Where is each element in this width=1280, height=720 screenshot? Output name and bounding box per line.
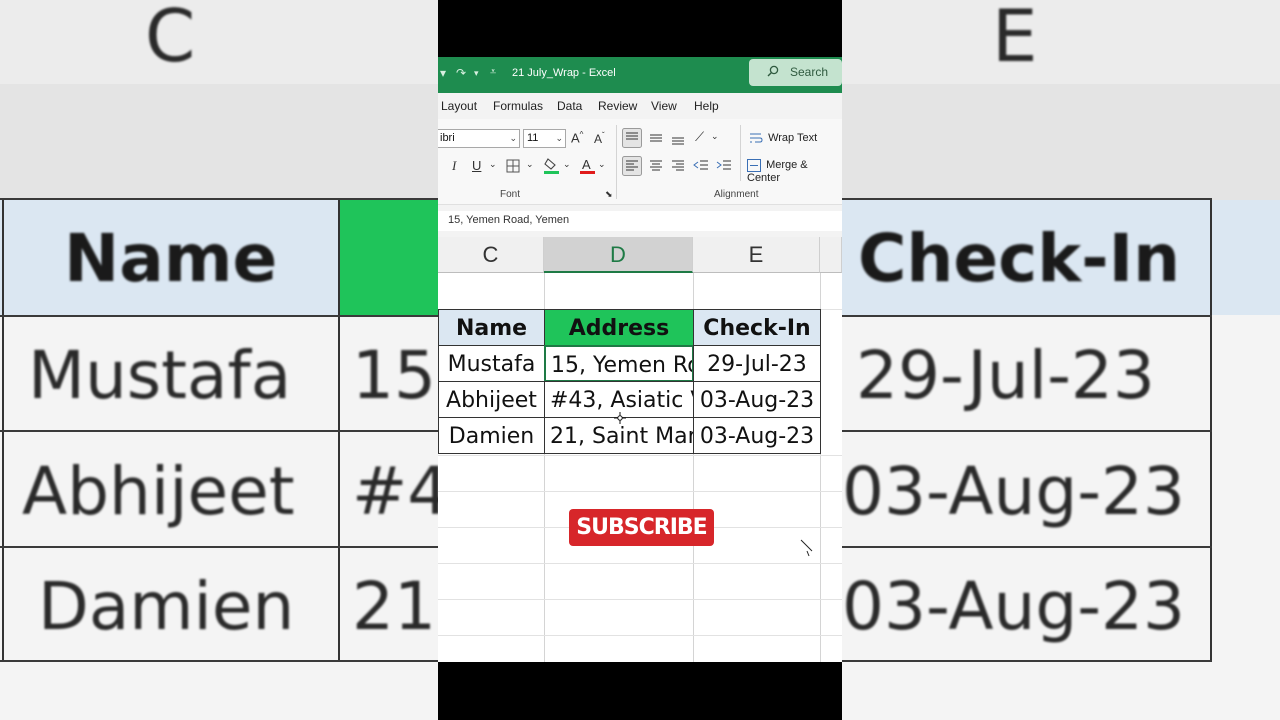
font-color-icon[interactable]: A bbox=[580, 157, 596, 174]
column-header-f[interactable] bbox=[820, 237, 842, 273]
redo-icon[interactable]: ↷ bbox=[456, 66, 466, 80]
svg-text:A: A bbox=[582, 157, 591, 172]
align-center-icon[interactable] bbox=[648, 158, 664, 174]
increase-indent-icon[interactable] bbox=[716, 158, 732, 174]
tab-review[interactable]: Review bbox=[598, 99, 637, 113]
bg-row-right-3: 03-Aug-23 bbox=[842, 568, 1186, 645]
mouse-pointer-icon bbox=[800, 539, 813, 557]
wrap-text-button[interactable]: Wrap Text bbox=[749, 132, 817, 145]
wrap-text-label: Wrap Text bbox=[768, 132, 818, 145]
grid-line bbox=[438, 455, 842, 456]
chevron-down-icon: ⌄ bbox=[555, 133, 563, 143]
bg-header-right: Check-In bbox=[858, 220, 1181, 297]
orientation-icon[interactable]: ⟋ bbox=[695, 129, 704, 145]
bg-header-left: Name bbox=[64, 220, 278, 297]
wrap-text-icon bbox=[750, 133, 763, 143]
search-icon bbox=[767, 65, 779, 77]
title-bar: ▾ ↷ ▾ ⩡ 21 July_Wrap - Excel Search bbox=[438, 57, 842, 93]
tab-formulas[interactable]: Formulas bbox=[493, 99, 543, 113]
bg-row-mid-1: 15 bbox=[352, 337, 436, 414]
table-cell[interactable]: Mustafa bbox=[438, 345, 545, 382]
dialog-launcher-icon[interactable]: ⬊ bbox=[605, 189, 613, 200]
chevron-down-icon[interactable]: ▾ bbox=[474, 68, 479, 79]
grid-line bbox=[438, 491, 842, 492]
table-cell[interactable]: 03-Aug-23 bbox=[693, 381, 821, 418]
align-left-icon[interactable] bbox=[622, 156, 642, 176]
bg-row-left-2: Abhijeet bbox=[22, 453, 295, 530]
header-cell-address[interactable]: Address bbox=[544, 309, 694, 346]
bg-row-right-2: 03-Aug-23 bbox=[842, 453, 1186, 530]
italic-button[interactable]: I bbox=[452, 158, 456, 174]
align-right-icon[interactable] bbox=[670, 158, 686, 174]
chevron-down-icon[interactable]: ⌄ bbox=[526, 159, 534, 170]
excel-window: ▾ ↷ ▾ ⩡ 21 July_Wrap - Excel Search Layo… bbox=[438, 0, 842, 720]
table-cell[interactable]: Abhijeet bbox=[438, 381, 545, 418]
align-bottom-icon[interactable] bbox=[670, 130, 686, 146]
bg-row-left-1: Mustafa bbox=[28, 337, 292, 414]
ribbon-tabs: Layout Formulas Data Review View Help bbox=[438, 93, 842, 119]
grid-line bbox=[438, 599, 842, 600]
formula-bar: 15, Yemen Road, Yemen bbox=[438, 205, 842, 237]
group-separator bbox=[740, 125, 741, 181]
grow-font-icon[interactable]: A^ bbox=[571, 130, 583, 145]
grid-line bbox=[438, 635, 842, 636]
tab-view[interactable]: View bbox=[651, 99, 677, 113]
decrease-indent-icon[interactable] bbox=[693, 158, 709, 174]
worksheet-grid[interactable]: C D E Name Address Check-In Mustafa 15, … bbox=[438, 237, 842, 662]
column-header-d[interactable]: D bbox=[544, 237, 693, 273]
chevron-down-icon[interactable]: ⌄ bbox=[598, 159, 606, 170]
subscribe-button[interactable]: SUBSCRIBE bbox=[569, 509, 714, 546]
table-cell[interactable]: Damien bbox=[438, 417, 545, 454]
table-cell[interactable]: 29-Jul-23 bbox=[693, 345, 821, 382]
fill-color-icon[interactable] bbox=[544, 157, 560, 174]
bg-row-mid-2: #4 bbox=[352, 453, 438, 530]
search-label: Search bbox=[790, 65, 829, 79]
font-size-combo[interactable]: 11 ⌄ bbox=[523, 129, 566, 148]
ribbon: ibri ⌄ 11 ⌄ A^ Aˇ I U ⌄ ⌄ ⌄ A ⌄ Font ⬊ ⟋… bbox=[438, 119, 842, 205]
customize-icon[interactable]: ⩡ bbox=[490, 66, 496, 79]
window-title: 21 July_Wrap - Excel bbox=[512, 67, 616, 79]
search-box[interactable]: Search bbox=[749, 59, 842, 86]
tab-page-layout[interactable]: Layout bbox=[441, 99, 477, 113]
bg-col-label-left: C bbox=[145, 0, 196, 78]
align-middle-icon[interactable] bbox=[648, 130, 664, 146]
font-size-value: 11 bbox=[527, 132, 539, 144]
underline-button[interactable]: U bbox=[472, 158, 481, 173]
tab-data[interactable]: Data bbox=[557, 99, 582, 113]
grid-line bbox=[438, 563, 842, 564]
group-separator bbox=[616, 125, 617, 199]
borders-icon[interactable] bbox=[506, 159, 520, 173]
chevron-down-icon[interactable]: ⌄ bbox=[563, 159, 571, 170]
column-header-c[interactable]: C bbox=[438, 237, 544, 273]
video-frame: C Name Mustafa Abhijeet Damien 15 #4 21 … bbox=[0, 0, 1280, 720]
chevron-down-icon[interactable]: ⌄ bbox=[489, 159, 497, 170]
move-cursor-icon bbox=[614, 412, 626, 424]
alignment-group-label: Alignment bbox=[714, 189, 759, 200]
background-zoom-left: C Name Mustafa Abhijeet Damien 15 #4 21 bbox=[0, 0, 438, 720]
chevron-down-icon: ⌄ bbox=[509, 133, 517, 143]
chevron-down-icon[interactable]: ▾ bbox=[440, 66, 446, 80]
header-cell-name[interactable]: Name bbox=[438, 309, 545, 346]
font-group-label: Font bbox=[500, 189, 521, 200]
header-cell-check-in[interactable]: Check-In bbox=[693, 309, 821, 346]
shrink-font-icon[interactable]: Aˇ bbox=[594, 131, 605, 146]
bg-row-right-1: 29-Jul-23 bbox=[856, 337, 1155, 414]
bg-col-label-right: E bbox=[992, 0, 1038, 78]
font-name-combo[interactable]: ibri ⌄ bbox=[438, 129, 520, 148]
font-name-value: ibri bbox=[440, 132, 455, 144]
align-top-icon[interactable] bbox=[622, 128, 642, 148]
bg-row-left-3: Damien bbox=[38, 568, 295, 645]
merge-center-button[interactable]: Merge & Center bbox=[747, 159, 842, 184]
table-cell-active[interactable]: 15, Yemen Road, Yemen bbox=[544, 345, 694, 382]
bg-row-mid-3: 21 bbox=[352, 568, 436, 645]
formula-input[interactable]: 15, Yemen Road, Yemen bbox=[438, 211, 842, 231]
merge-center-icon bbox=[747, 159, 761, 172]
table-cell[interactable]: 03-Aug-23 bbox=[693, 417, 821, 454]
background-zoom-right: E Check-In 29-Jul-23 03-Aug-23 03-Aug-23 bbox=[842, 0, 1280, 720]
column-header-e[interactable]: E bbox=[693, 237, 820, 273]
tab-help[interactable]: Help bbox=[694, 99, 719, 113]
chevron-down-icon[interactable]: ⌄ bbox=[711, 131, 719, 142]
